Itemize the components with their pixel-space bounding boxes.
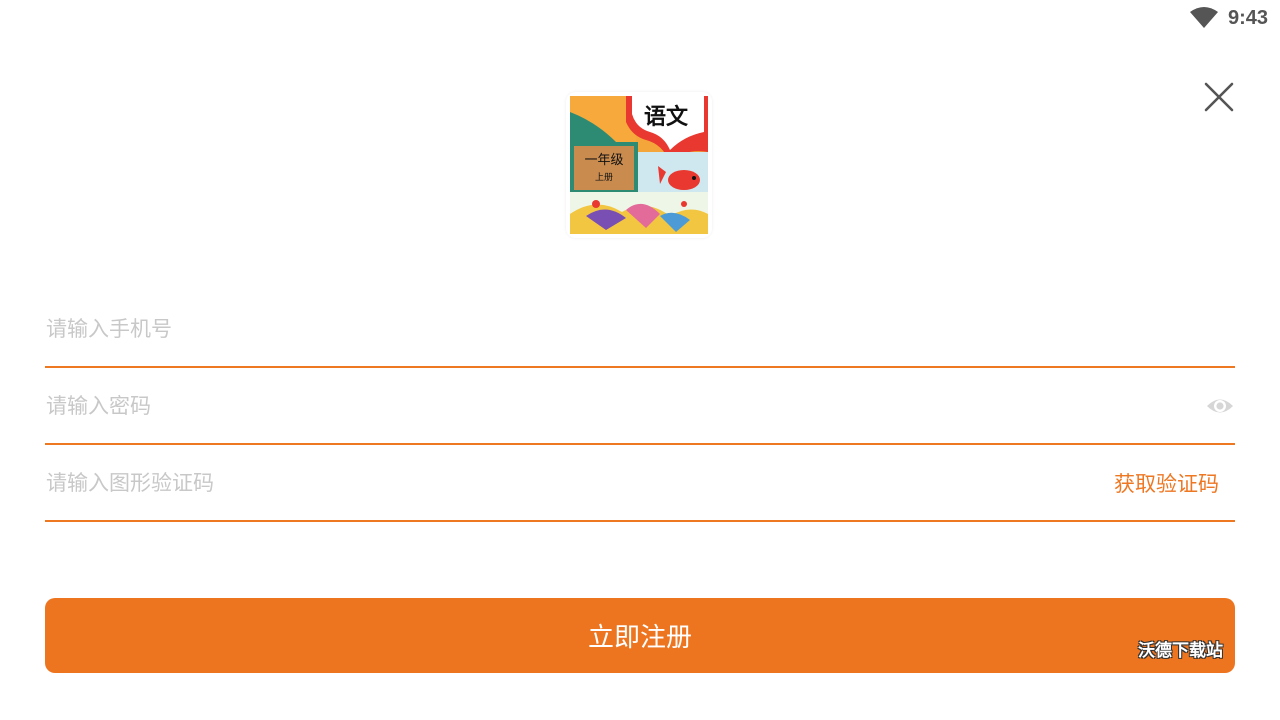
phone-input[interactable] [45, 292, 1046, 366]
status-time: 9:43 [1227, 6, 1268, 29]
cover-title: 语文 [644, 104, 689, 130]
eye-icon [1207, 399, 1233, 413]
cover-grade: 一年级 [584, 153, 623, 168]
password-visibility-toggle[interactable] [1205, 393, 1235, 419]
captcha-field: 获取验证码 [45, 446, 1235, 522]
register-button[interactable]: 立即注册 [45, 598, 1235, 673]
app-logo: 语文 一年级 上册 [566, 92, 712, 238]
cover-volume: 上册 [595, 172, 613, 183]
close-button[interactable] [1202, 80, 1236, 114]
password-input[interactable] [45, 369, 1046, 443]
register-screen: 9:43 语文 一年级 上册 请输入手机号 请输入图形验证码 获取验证码 立即注… [0, 0, 1280, 720]
phone-field [45, 292, 1235, 368]
captcha-input[interactable] [45, 446, 1046, 520]
register-button-label: 立即注册 [587, 623, 692, 653]
status-bar: 9:43 [1189, 0, 1280, 36]
password-field [45, 369, 1235, 445]
get-code-button[interactable]: 获取验证码 [1114, 470, 1219, 498]
textbook-cover-image: 语文 一年级 上册 [566, 92, 712, 238]
wifi-icon [1189, 7, 1218, 29]
watermark: 沃德下载站 [1138, 641, 1223, 661]
close-icon [1204, 82, 1234, 112]
